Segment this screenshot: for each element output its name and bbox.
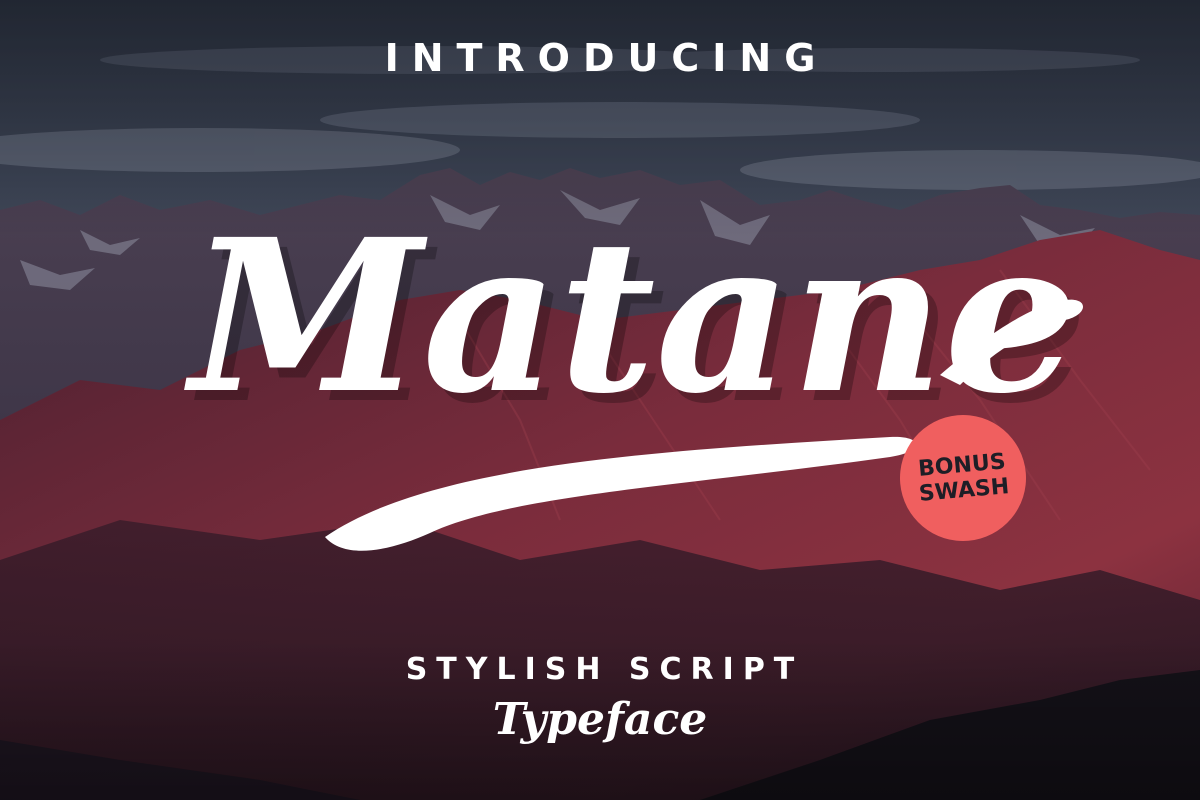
title-swash (325, 436, 917, 551)
subtitle: Typeface (492, 694, 708, 745)
tagline: STYLISH SCRIPT (405, 652, 804, 687)
font-poster: INTRODUCING Matane Matane BONUS SWASH ST… (0, 0, 1200, 800)
intro-heading: INTRODUCING (384, 36, 829, 80)
title-text: Matane (184, 193, 1078, 440)
